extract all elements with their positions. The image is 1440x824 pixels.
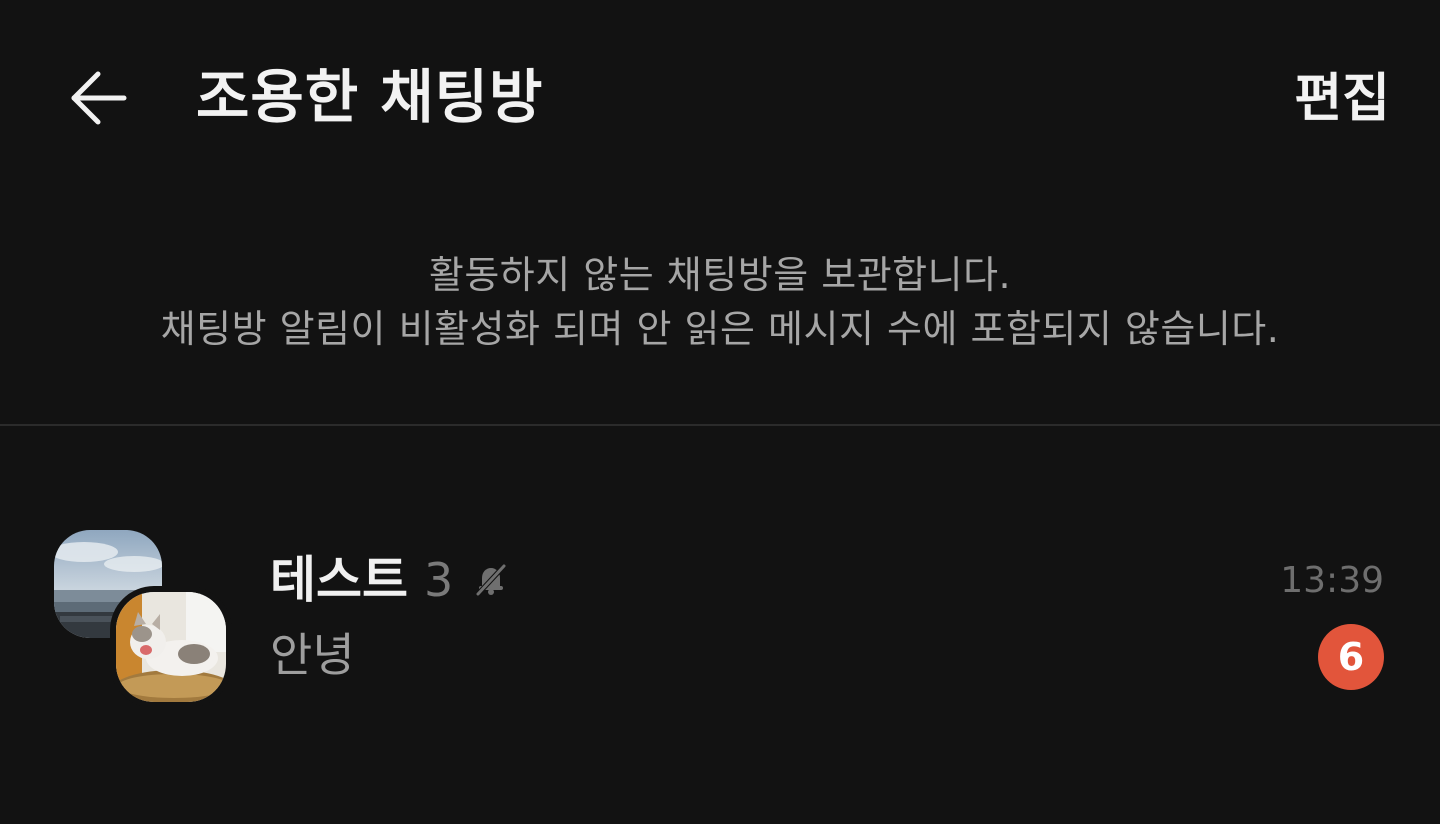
page-title: 조용한 채팅방 — [196, 63, 544, 131]
unread-badge: 6 — [1318, 624, 1384, 690]
archived-chats-screen: 조용한 채팅방 편집 활동하지 않는 채팅방을 보관합니다. 채팅방 알림이 비… — [0, 0, 1440, 824]
edit-button[interactable]: 편집 — [1294, 66, 1390, 132]
divider — [0, 424, 1440, 426]
last-message: 안녕 — [270, 628, 355, 682]
archive-info-text: 활동하지 않는 채팅방을 보관합니다. 채팅방 알림이 비활성화 되며 안 읽은… — [0, 248, 1440, 356]
chat-title-line: 테스트 3 — [270, 548, 509, 612]
group-avatar — [54, 530, 230, 706]
info-line-2: 채팅방 알림이 비활성화 되며 안 읽은 메시지 수에 포함되지 않습니다. — [160, 307, 1280, 351]
cat-photo-avatar — [116, 592, 226, 702]
chat-time: 13:39 — [1280, 560, 1384, 601]
header: 조용한 채팅방 편집 — [0, 0, 1440, 190]
bell-off-icon — [473, 562, 509, 598]
arrow-left-icon — [68, 68, 128, 132]
chat-list-item[interactable]: 테스트 3 안녕 13:39 6 — [0, 500, 1440, 720]
chat-name: 테스트 — [270, 551, 408, 609]
back-button[interactable] — [60, 62, 136, 138]
info-line-1: 활동하지 않는 채팅방을 보관합니다. — [428, 253, 1012, 297]
member-count: 3 — [424, 553, 454, 607]
